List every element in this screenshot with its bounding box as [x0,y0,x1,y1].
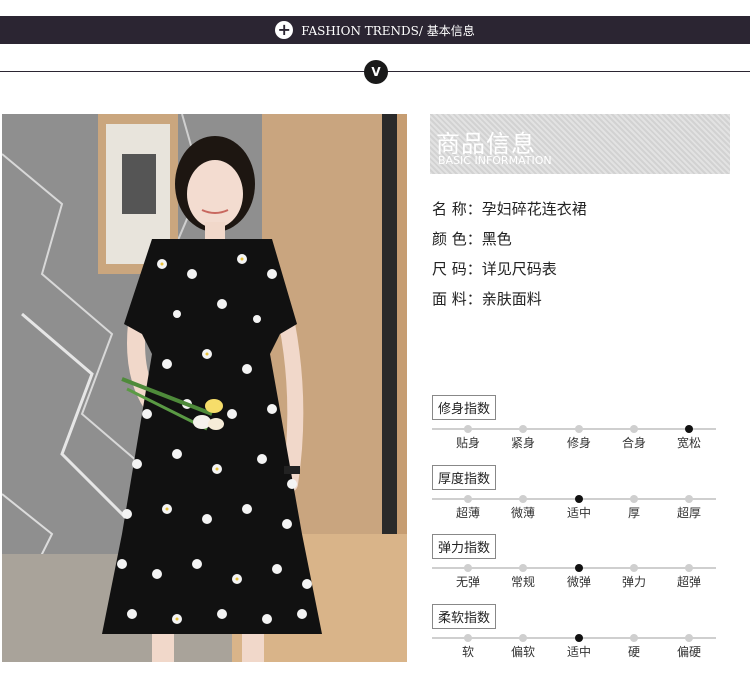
rating-dot [575,634,583,642]
rating-elasticity: 弹力指数 无弹 常规 微弹 弹力 超弹 [432,534,716,589]
product-photo [2,114,407,662]
rating-dot [519,495,527,503]
rating-options: 贴身 紧身 修身 合身 宽松 [432,434,716,450]
spec-label: 尺 码 [432,260,467,278]
v-circle-icon: V [364,60,388,84]
rating-dot [519,564,527,572]
basic-info-heading: 商品信息 BASIC INFORMATION [430,114,730,174]
rating-dot [519,425,527,433]
rating-dot [575,425,583,433]
spec-separator: ： [466,200,482,218]
spec-value: 详见尺码表 [481,260,557,278]
spec-separator: ： [466,230,482,248]
rating-option-label: 紧身 [510,436,536,450]
rating-dot [685,495,693,503]
rating-title: 厚度指数 [432,465,497,490]
rating-option-label: 超弹 [676,575,702,589]
spec-label: 颜 色 [432,230,467,248]
rating-dot [630,495,638,503]
rating-softness: 柔软指数 软 偏软 适中 硬 偏硬 [432,604,716,659]
rating-track [432,495,716,503]
section-header-bar: + FASHION TRENDS/ 基本信息 [0,16,750,44]
rating-option-label: 软 [461,645,475,659]
spec-separator: ： [466,260,482,278]
rating-dot [464,425,472,433]
rating-option-label: 超薄 [455,506,481,520]
rating-option-label: 宽松 [676,436,702,450]
rating-dot [464,495,472,503]
spec-fabric: 面 料：亲肤面料 [432,288,542,309]
spec-label: 面 料 [432,290,467,308]
rating-option-label: 修身 [566,436,592,450]
rating-fit: 修身指数 贴身 紧身 修身 合身 宽松 [432,395,716,450]
spec-value: 亲肤面料 [481,290,542,308]
spec-color: 颜 色：黑色 [432,228,512,249]
rating-dot [630,425,638,433]
spec-size: 尺 码：详见尺码表 [432,258,557,279]
rating-dot [630,634,638,642]
rating-track [432,425,716,433]
rating-option-label: 无弹 [455,575,481,589]
rating-option-label: 弹力 [621,575,647,589]
rating-option-label: 合身 [621,436,647,450]
rating-dot [575,564,583,572]
rating-option-label: 微薄 [510,506,536,520]
rating-dot [464,634,472,642]
heading-en: BASIC INFORMATION [438,154,552,167]
rating-option-label: 偏软 [510,645,536,659]
spec-label: 名 称 [432,200,467,218]
rating-option-label: 贴身 [455,436,481,450]
rating-dot [685,425,693,433]
rating-title: 柔软指数 [432,604,497,629]
rating-dot [464,564,472,572]
plus-circle-icon: + [275,21,294,39]
model-dress-illustration [2,114,407,662]
rating-option-label: 微弹 [566,575,592,589]
rating-options: 软 偏软 适中 硬 偏硬 [432,643,716,659]
rating-dot [685,564,693,572]
rating-option-label: 适中 [566,645,592,659]
rating-dot [519,634,527,642]
rating-options: 超薄 微薄 适中 厚 超厚 [432,504,716,520]
spec-value: 孕妇碎花连衣裙 [481,200,587,218]
rating-option-label: 常规 [510,575,536,589]
rating-option-label: 偏硬 [676,645,702,659]
rating-track [432,634,716,642]
spec-value: 黑色 [481,230,512,248]
rating-thickness: 厚度指数 超薄 微薄 适中 厚 超厚 [432,465,716,520]
rating-track [432,564,716,572]
rating-title: 弹力指数 [432,534,497,559]
rating-option-label: 厚 [627,506,641,520]
rating-dot [685,634,693,642]
rating-dot [630,564,638,572]
section-title: FASHION TRENDS/ 基本信息 [301,23,475,38]
spec-name: 名 称：孕妇碎花连衣裙 [432,198,587,219]
rating-dot [575,495,583,503]
rating-options: 无弹 常规 微弹 弹力 超弹 [432,573,716,589]
rating-title: 修身指数 [432,395,497,420]
spec-separator: ： [466,290,482,308]
rating-option-label: 适中 [566,506,592,520]
rating-option-label: 硬 [627,645,641,659]
rating-option-label: 超厚 [676,506,702,520]
